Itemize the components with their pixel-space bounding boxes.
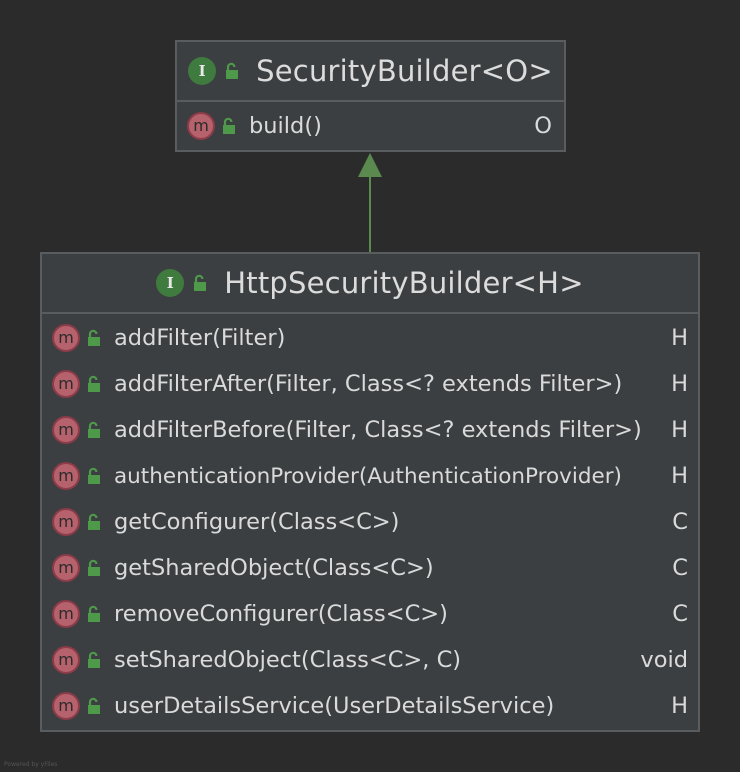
method-row[interactable]: m getSharedObject(Class<C>) C [42, 545, 698, 591]
unlocked-padlock-icon [226, 62, 239, 79]
method-name: userDetailsService(UserDetailsService) [114, 693, 555, 719]
unlocked-padlock-icon [194, 274, 207, 291]
method-row[interactable]: m build() O [177, 102, 564, 150]
interface-badge-letter: I [198, 61, 206, 80]
method-icon: m [52, 508, 80, 536]
method-row[interactable]: m addFilterAfter(Filter, Class<? extends… [42, 361, 698, 407]
method-badge-letter: m [58, 373, 74, 393]
http-security-builder-box[interactable]: I HttpSecurityBuilder<H> m addFilter(Fil… [40, 252, 700, 732]
unlocked-padlock-icon [88, 559, 100, 576]
http-security-builder-title: HttpSecurityBuilder<H> [224, 266, 584, 300]
unlocked-padlock-icon [88, 375, 100, 392]
unlocked-padlock-icon [88, 467, 100, 484]
method-icon: m [52, 692, 80, 720]
method-return-type: H [671, 325, 688, 351]
method-icon: m [52, 370, 80, 398]
method-badge-letter: m [58, 557, 74, 577]
method-return-type: O [534, 113, 552, 139]
inheritance-arrow-head [358, 153, 382, 177]
method-icon: m [52, 646, 80, 674]
method-icon: m [52, 416, 80, 444]
method-row[interactable]: m userDetailsService(UserDetailsService)… [42, 683, 698, 729]
method-badge-letter: m [58, 603, 74, 623]
security-builder-title: SecurityBuilder<O> [256, 54, 553, 88]
method-row[interactable]: m addFilterBefore(Filter, Class<? extend… [42, 407, 698, 453]
method-name: addFilter(Filter) [114, 325, 286, 351]
method-row[interactable]: m addFilter(Filter) H [42, 315, 698, 361]
http-security-builder-header[interactable]: I HttpSecurityBuilder<H> [42, 254, 698, 314]
method-icon: m [52, 600, 80, 628]
unlocked-padlock-icon [88, 329, 100, 346]
method-badge-letter: m [58, 465, 74, 485]
method-badge-letter: m [58, 649, 74, 669]
method-return-type: C [672, 509, 688, 535]
method-row[interactable]: m removeConfigurer(Class<C>) C [42, 591, 698, 637]
method-row[interactable]: m authenticationProvider(AuthenticationP… [42, 453, 698, 499]
method-name: addFilterAfter(Filter, Class<? extends F… [114, 371, 623, 397]
unlocked-padlock-icon [88, 605, 100, 622]
watermark: Powered by yFiles [4, 761, 58, 768]
security-builder-header[interactable]: I SecurityBuilder<O> [177, 42, 564, 102]
method-badge-letter: m [58, 511, 74, 531]
method-name: getConfigurer(Class<C>) [114, 509, 400, 535]
unlocked-padlock-icon [88, 421, 100, 438]
unlocked-padlock-icon [88, 513, 100, 530]
method-icon: m [52, 462, 80, 490]
method-return-type: C [672, 555, 688, 581]
security-builder-box[interactable]: I SecurityBuilder<O> m build() O [175, 40, 566, 152]
method-return-type: H [671, 417, 688, 443]
method-return-type: H [671, 371, 688, 397]
method-icon: m [52, 554, 80, 582]
unlocked-padlock-icon [88, 651, 100, 668]
unlocked-padlock-icon [223, 117, 235, 134]
interface-badge-letter: I [166, 273, 174, 292]
method-return-type: C [672, 601, 688, 627]
method-name: build() [249, 113, 322, 139]
method-badge-letter: m [58, 327, 74, 347]
unlocked-padlock-icon [88, 697, 100, 714]
method-icon: m [187, 112, 215, 140]
interface-icon: I [156, 269, 185, 297]
method-badge-letter: m [193, 115, 209, 135]
method-name: removeConfigurer(Class<C>) [114, 601, 448, 627]
method-name: addFilterBefore(Filter, Class<? extends … [114, 417, 642, 443]
method-list: m addFilter(Filter) H m addFilterAfter(F… [42, 314, 698, 729]
method-badge-letter: m [58, 419, 74, 439]
method-return-type: H [671, 693, 688, 719]
method-row[interactable]: m getConfigurer(Class<C>) C [42, 499, 698, 545]
method-icon: m [52, 324, 80, 352]
method-row[interactable]: m setSharedObject(Class<C>, C) void [42, 637, 698, 683]
method-badge-letter: m [58, 695, 74, 715]
method-name: authenticationProvider(AuthenticationPro… [114, 463, 622, 489]
method-return-type: void [640, 647, 688, 673]
method-name: getSharedObject(Class<C>) [114, 555, 434, 581]
method-return-type: H [671, 463, 688, 489]
method-name: setSharedObject(Class<C>, C) [114, 647, 462, 673]
interface-icon: I [188, 57, 217, 85]
